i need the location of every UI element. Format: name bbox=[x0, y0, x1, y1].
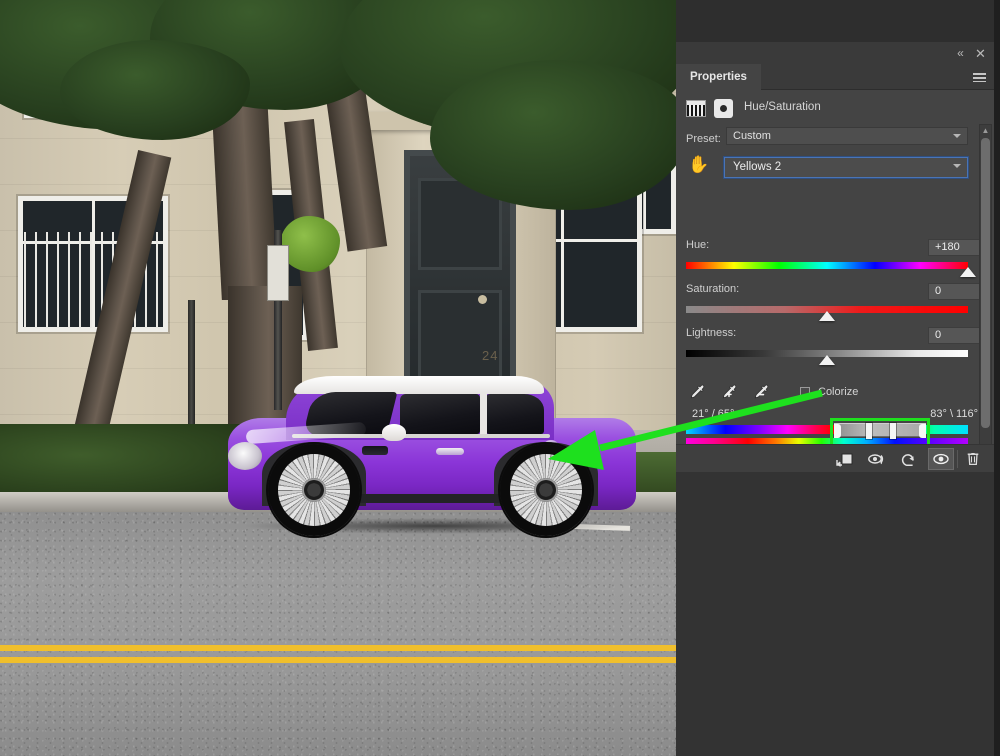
delete-layer-button[interactable] bbox=[960, 448, 986, 470]
street-sign bbox=[268, 246, 288, 300]
road-yellow-line-1 bbox=[0, 645, 676, 651]
collapse-panel-icon[interactable]: « bbox=[953, 46, 968, 61]
chevron-up-icon[interactable]: ▲ bbox=[980, 125, 991, 136]
preset-value: Custom bbox=[733, 130, 771, 142]
range-falloff-right-handle[interactable] bbox=[919, 424, 926, 438]
lightness-label: Lightness: bbox=[686, 327, 737, 339]
purple-car bbox=[222, 370, 642, 550]
colorize-checkbox[interactable] bbox=[800, 387, 810, 397]
tree-foliage-left bbox=[60, 40, 250, 140]
saturation-label: Saturation: bbox=[686, 283, 740, 295]
hamburger-menu-icon[interactable] bbox=[973, 73, 986, 82]
tree-foliage-sprout bbox=[280, 216, 340, 272]
range-falloff-left-handle[interactable] bbox=[834, 424, 841, 438]
hue-value-input[interactable]: +180 bbox=[928, 239, 984, 256]
car-side-window-rear bbox=[486, 394, 544, 434]
app-window-edge bbox=[994, 0, 1000, 756]
range-edge-left-handle[interactable] bbox=[866, 423, 872, 439]
door-number: 24 bbox=[482, 348, 499, 363]
color-range-dropdown[interactable]: Yellows 2 bbox=[723, 156, 969, 179]
eyedropper-minus-icon[interactable] bbox=[752, 382, 774, 402]
image-canvas[interactable]: 24 bbox=[0, 0, 676, 756]
car-side-mirror bbox=[382, 424, 406, 441]
hue-slider-track[interactable] bbox=[686, 262, 968, 269]
wheel-hub bbox=[534, 478, 558, 502]
lightness-value-input[interactable]: 0 bbox=[928, 327, 984, 344]
saturation-slider-thumb[interactable] bbox=[819, 311, 835, 321]
color-range-left-label: 21° / 65° bbox=[692, 408, 735, 420]
wheel-hub bbox=[302, 478, 326, 502]
eyedropper-icon[interactable] bbox=[688, 382, 710, 402]
photoshop-window: 24 « ✕ Properties Hue/Saturation Preset:… bbox=[0, 0, 1000, 756]
panel-scrollbar[interactable]: ▲ ▼ bbox=[979, 124, 992, 454]
hue-saturation-badge-icon bbox=[714, 99, 733, 118]
car-rocker-panel bbox=[342, 494, 522, 503]
close-panel-icon[interactable]: ✕ bbox=[973, 46, 988, 61]
hue-slider-thumb[interactable] bbox=[960, 267, 976, 277]
window-mullion bbox=[561, 195, 564, 327]
car-b-pillar bbox=[480, 392, 487, 436]
lightness-slider-thumb[interactable] bbox=[819, 355, 835, 365]
reset-button[interactable] bbox=[896, 448, 922, 470]
car-side-marker bbox=[362, 446, 388, 455]
car-wheel-front bbox=[268, 444, 360, 536]
color-range-control[interactable] bbox=[834, 423, 926, 439]
panel-footer-toolbar bbox=[676, 444, 994, 472]
preset-label: Preset: bbox=[686, 133, 721, 145]
gradient-thumbnail-icon bbox=[686, 100, 706, 117]
range-edge-right-handle[interactable] bbox=[890, 423, 896, 439]
panel-titlebar: « ✕ bbox=[676, 42, 994, 64]
on-image-adjustment-hand-icon[interactable]: ✋ bbox=[688, 154, 710, 176]
clip-to-layer-button[interactable] bbox=[832, 448, 858, 470]
app-background-right bbox=[676, 472, 1000, 756]
tab-properties[interactable]: Properties bbox=[676, 64, 761, 90]
car-wheel-rear bbox=[500, 444, 592, 536]
properties-panel: « ✕ Properties Hue/Saturation Preset: Cu… bbox=[676, 42, 994, 472]
panel-tabbar: Properties bbox=[676, 64, 994, 90]
chevron-down-icon bbox=[953, 164, 961, 168]
toggle-visibility-button[interactable] bbox=[928, 448, 954, 470]
color-range-right-label: 83° \ 116° bbox=[930, 408, 978, 420]
door-knob bbox=[478, 295, 487, 304]
app-background-top bbox=[676, 0, 1000, 42]
footer-divider bbox=[957, 450, 958, 468]
car-side-window-front bbox=[400, 394, 480, 434]
colorize-label: Colorize bbox=[818, 386, 859, 398]
preset-dropdown[interactable]: Custom bbox=[726, 127, 968, 145]
car-door-handle bbox=[436, 448, 464, 455]
road-yellow-line-2 bbox=[0, 657, 676, 663]
color-range-value: Yellows 2 bbox=[733, 161, 782, 173]
scrollbar-thumb[interactable] bbox=[981, 138, 990, 428]
adjustment-title: Hue/Saturation bbox=[744, 101, 821, 113]
eyedropper-plus-icon[interactable] bbox=[720, 382, 742, 402]
adjustment-header: Hue/Saturation bbox=[686, 98, 986, 122]
saturation-value-input[interactable]: 0 bbox=[928, 283, 984, 300]
toggle-last-state-button[interactable] bbox=[864, 448, 890, 470]
car-headlight bbox=[228, 442, 262, 470]
eyedropper-tool-row: Colorize bbox=[686, 382, 984, 404]
hue-label: Hue: bbox=[686, 239, 710, 251]
chevron-down-icon bbox=[953, 134, 961, 138]
